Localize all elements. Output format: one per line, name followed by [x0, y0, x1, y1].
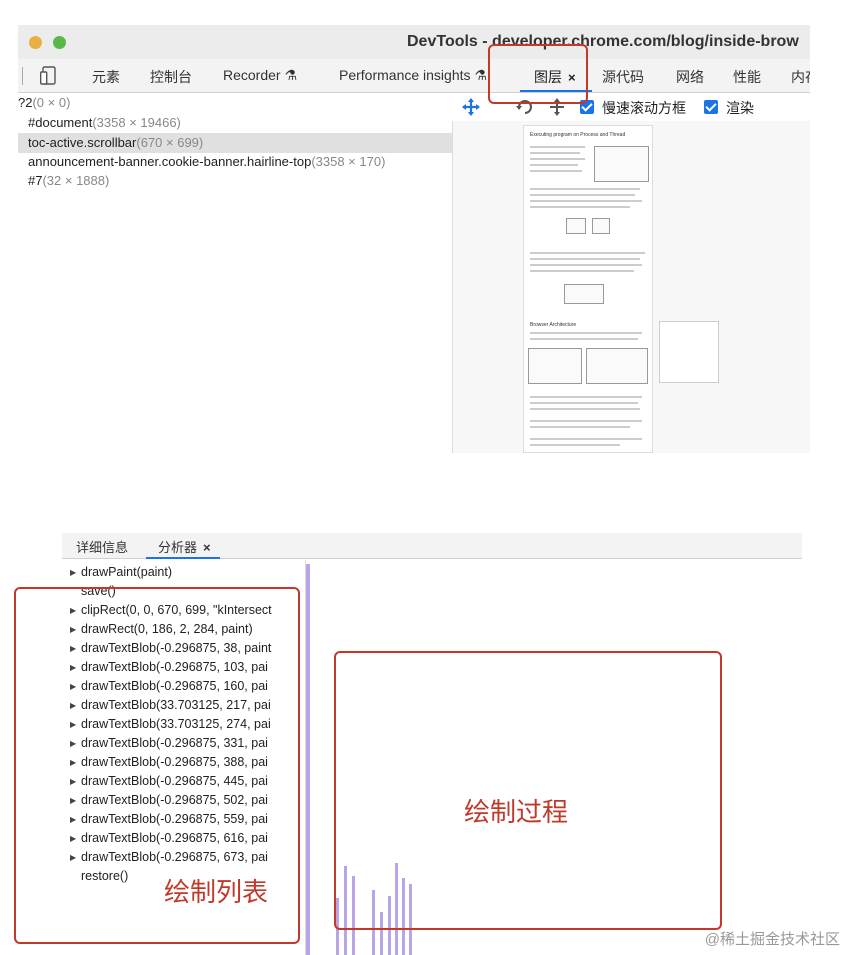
thumb-figure	[564, 284, 604, 304]
tab-memory[interactable]: 内存	[791, 67, 810, 87]
devtools-window: DevTools - developer.chrome.com/blog/ins…	[18, 25, 810, 453]
thumb-heading: Browser Architecture	[530, 322, 577, 328]
bottom-tab-bar: 详细信息 分析器 ×	[62, 533, 802, 559]
tab-profiler[interactable]: 分析器 ×	[158, 537, 211, 556]
close-icon[interactable]: ×	[203, 540, 211, 555]
tab-performance-insights[interactable]: Performance insights ⚗	[339, 67, 487, 84]
paint-process-highlight	[334, 651, 722, 930]
tree-row[interactable]: announcement-banner.cookie-banner.hairli…	[18, 152, 452, 172]
slow-scroll-rects-label: 慢速滚动方框	[602, 100, 686, 116]
device-toolbar-icon[interactable]	[40, 66, 56, 85]
watermark: @稀土掘金技术社区	[704, 931, 840, 948]
flask-icon: ⚗	[474, 67, 488, 83]
layers-tab-highlight	[488, 44, 588, 104]
minimize-button[interactable]	[29, 36, 42, 49]
tree-row-selected[interactable]: toc-active.scrollbar(670 × 699)	[18, 133, 452, 153]
tab-sources[interactable]: 源代码	[602, 67, 644, 87]
expand-triangle-icon[interactable]: ▶	[70, 563, 81, 582]
paint-label: 渲染	[726, 100, 754, 116]
layer-page-thumbnail: Executing program on Process and Thread …	[523, 125, 653, 453]
title-bar: DevTools - developer.chrome.com/blog/ins…	[18, 25, 810, 59]
toolbar-divider	[22, 67, 23, 85]
maximize-button[interactable]	[53, 36, 66, 49]
layer-outline	[659, 321, 719, 383]
tab-network[interactable]: 网络	[676, 67, 704, 87]
move-icon[interactable]	[462, 98, 480, 116]
thumb-figure	[594, 146, 649, 182]
tab-recorder[interactable]: Recorder ⚗	[223, 67, 297, 84]
thumb-heading: Executing program on Process and Thread	[530, 132, 626, 138]
tab-console[interactable]: 控制台	[150, 67, 192, 87]
list-item[interactable]: ▶ drawPaint(paint)	[70, 563, 172, 582]
tab-details[interactable]: 详细信息	[76, 537, 128, 556]
tab-performance[interactable]: 性能	[733, 67, 761, 87]
active-tab-indicator	[146, 557, 220, 559]
paint-process-annotation: 绘制过程	[464, 797, 569, 827]
paint-checkbox[interactable]	[704, 100, 718, 114]
tree-row[interactable]: ?2(0 × 0)	[18, 93, 452, 113]
thumb-figure	[586, 348, 648, 384]
thumb-figure	[528, 348, 582, 384]
tab-elements[interactable]: 元素	[92, 67, 120, 87]
flask-icon: ⚗	[284, 67, 298, 83]
timeline-bar	[306, 564, 310, 955]
layer-3d-preview[interactable]: Executing program on Process and Thread …	[452, 121, 810, 453]
paint-list-annotation: 绘制列表	[164, 877, 269, 907]
thumb-figure	[566, 218, 586, 234]
tree-row[interactable]: #document(3358 × 19466)	[18, 113, 452, 133]
panel-tab-bar: 元素 控制台 Recorder ⚗ Performance insights ⚗ 图…	[18, 59, 810, 93]
tree-row[interactable]: #7(32 × 1888)	[18, 171, 452, 191]
window-title: DevTools - developer.chrome.com/blog/ins…	[407, 33, 799, 50]
layers-tree: ?2(0 × 0) #document(3358 × 19466) toc-ac…	[18, 93, 452, 453]
thumb-figure	[592, 218, 610, 234]
